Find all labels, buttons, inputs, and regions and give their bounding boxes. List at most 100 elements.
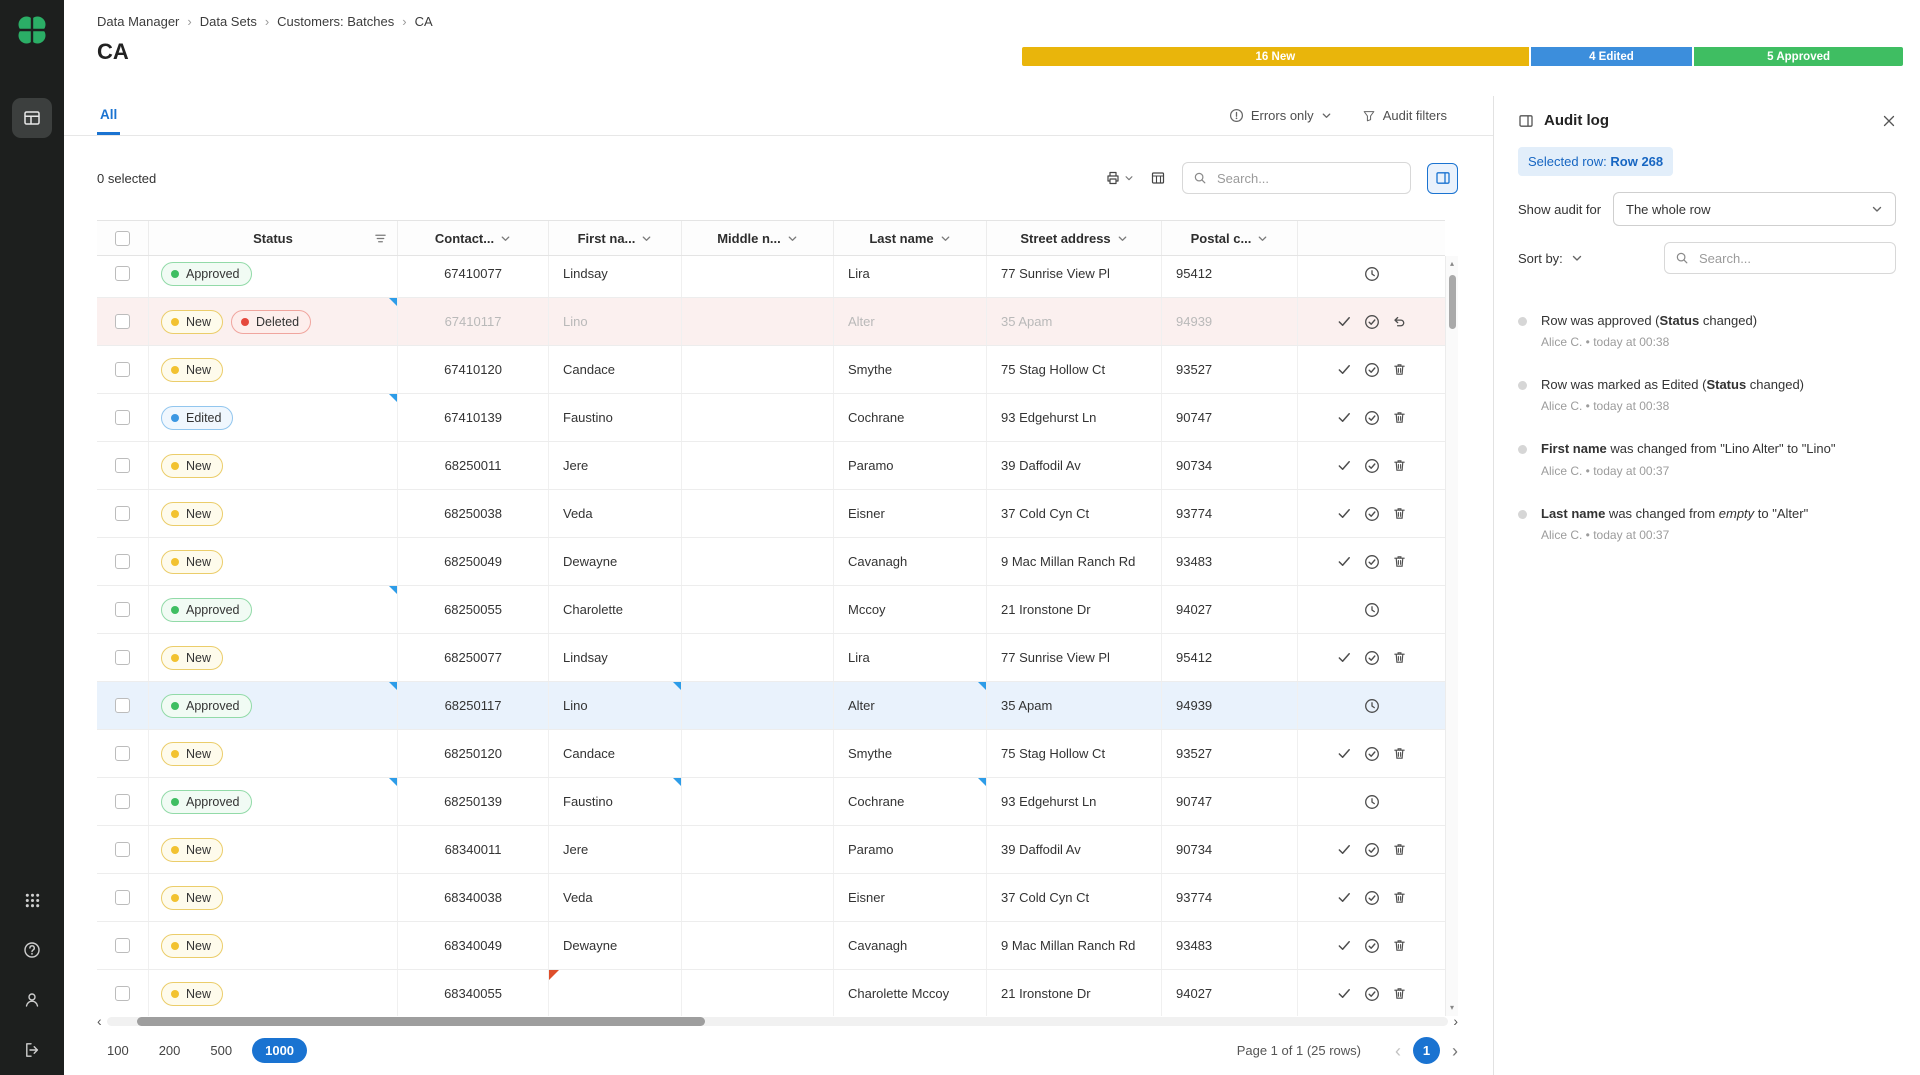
horizontal-scrollbar-track[interactable]	[107, 1017, 1449, 1026]
sidebar-item-data-sets[interactable]	[12, 98, 52, 138]
delete-row-icon[interactable]	[1392, 842, 1407, 857]
breadcrumb-item[interactable]: Data Sets	[200, 14, 257, 29]
delete-row-icon[interactable]	[1392, 458, 1407, 473]
delete-row-icon[interactable]	[1392, 938, 1407, 953]
column-header-first[interactable]: First na...	[549, 221, 682, 255]
row-checkbox[interactable]	[115, 890, 130, 905]
table-row[interactable]: New68250077LindsayLira77 Sunrise View Pl…	[97, 634, 1445, 682]
table-row[interactable]: Approved67410077LindsayLira77 Sunrise Vi…	[97, 256, 1445, 298]
table-row[interactable]: New68250120CandaceSmythe75 Stag Hollow C…	[97, 730, 1445, 778]
scroll-right-arrow[interactable]: ›	[1453, 1016, 1458, 1026]
verify-row-icon[interactable]	[1364, 410, 1380, 426]
delete-row-icon[interactable]	[1392, 986, 1407, 1001]
chevron-down-icon[interactable]	[1117, 233, 1128, 244]
delete-row-icon[interactable]	[1392, 506, 1407, 521]
page-size-200[interactable]: 200	[149, 1038, 191, 1063]
row-checkbox[interactable]	[115, 938, 130, 953]
audit-search[interactable]	[1664, 242, 1896, 274]
column-header-postal[interactable]: Postal c...	[1162, 221, 1298, 255]
delete-row-icon[interactable]	[1392, 746, 1407, 761]
delete-row-icon[interactable]	[1392, 650, 1407, 665]
chevron-down-icon[interactable]	[641, 233, 652, 244]
approve-row-icon[interactable]	[1337, 890, 1352, 905]
row-checkbox[interactable]	[115, 746, 130, 761]
approve-row-icon[interactable]	[1337, 986, 1352, 1001]
select-all-checkbox[interactable]	[115, 231, 130, 246]
tab-all[interactable]: All	[97, 96, 120, 135]
verify-row-icon[interactable]	[1364, 890, 1380, 906]
table-row[interactable]: New68340038VedaEisner37 Cold Cyn Ct93774	[97, 874, 1445, 922]
table-search[interactable]	[1182, 162, 1411, 194]
row-checkbox[interactable]	[115, 554, 130, 569]
row-checkbox[interactable]	[115, 986, 130, 1001]
page-size-500[interactable]: 500	[200, 1038, 242, 1063]
row-history-icon[interactable]	[1364, 794, 1380, 810]
table-row[interactable]: New68250038VedaEisner37 Cold Cyn Ct93774	[97, 490, 1445, 538]
audit-search-input[interactable]	[1697, 250, 1885, 267]
verify-row-icon[interactable]	[1364, 842, 1380, 858]
table-search-input[interactable]	[1215, 170, 1400, 187]
apps-grid-icon[interactable]	[24, 892, 41, 909]
verify-row-icon[interactable]	[1364, 986, 1380, 1002]
help-icon[interactable]	[23, 941, 41, 959]
approve-row-icon[interactable]	[1337, 506, 1352, 521]
delete-row-icon[interactable]	[1392, 554, 1407, 569]
column-header-contact[interactable]: Contact...	[398, 221, 549, 255]
audit-scope-select[interactable]: The whole row	[1613, 192, 1896, 226]
row-history-icon[interactable]	[1364, 698, 1380, 714]
verify-row-icon[interactable]	[1364, 506, 1380, 522]
approve-row-icon[interactable]	[1337, 458, 1352, 473]
verify-row-icon[interactable]	[1364, 458, 1380, 474]
chevron-down-icon[interactable]	[1257, 233, 1268, 244]
restore-row-icon[interactable]	[1392, 314, 1407, 329]
row-checkbox[interactable]	[115, 458, 130, 473]
table-row[interactable]: Edited67410139FaustinoCochrane93 Edgehur…	[97, 394, 1445, 442]
app-logo-icon[interactable]	[12, 10, 52, 50]
table-columns-button[interactable]	[1150, 170, 1166, 186]
column-header-street[interactable]: Street address	[987, 221, 1162, 255]
prev-page-button[interactable]: ‹	[1395, 1042, 1401, 1060]
row-checkbox[interactable]	[115, 266, 130, 281]
verify-row-icon[interactable]	[1364, 938, 1380, 954]
approve-row-icon[interactable]	[1337, 746, 1352, 761]
verify-row-icon[interactable]	[1364, 362, 1380, 378]
delete-row-icon[interactable]	[1392, 890, 1407, 905]
scroll-left-arrow[interactable]: ‹	[97, 1016, 102, 1026]
table-row[interactable]: New68250011JereParamo39 Daffodil Av90734	[97, 442, 1445, 490]
row-checkbox[interactable]	[115, 506, 130, 521]
row-checkbox[interactable]	[115, 602, 130, 617]
table-row[interactable]: NewDeleted67410117LinoAlter35 Apam94939	[97, 298, 1445, 346]
approve-row-icon[interactable]	[1337, 410, 1352, 425]
logout-icon[interactable]	[23, 1041, 41, 1059]
table-row[interactable]: New67410120CandaceSmythe75 Stag Hollow C…	[97, 346, 1445, 394]
column-header-status[interactable]: Status	[149, 221, 398, 255]
row-checkbox[interactable]	[115, 410, 130, 425]
verify-row-icon[interactable]	[1364, 746, 1380, 762]
scroll-up-arrow[interactable]: ▴	[1450, 256, 1454, 269]
errors-only-toggle[interactable]: Errors only	[1229, 108, 1332, 123]
vertical-scrollbar-thumb[interactable]	[1449, 275, 1456, 329]
column-header-middle[interactable]: Middle n...	[682, 221, 834, 255]
horizontal-scrollbar-thumb[interactable]	[137, 1017, 705, 1026]
table-row[interactable]: New68340049DewayneCavanagh9 Mac Millan R…	[97, 922, 1445, 970]
row-history-icon[interactable]	[1364, 602, 1380, 618]
chevron-down-icon[interactable]	[787, 233, 798, 244]
vertical-scrollbar[interactable]: ▴ ▾	[1445, 256, 1458, 1016]
page-size-100[interactable]: 100	[97, 1038, 139, 1063]
breadcrumb-item[interactable]: Customers: Batches	[277, 14, 394, 29]
horizontal-scrollbar[interactable]: ‹ ›	[97, 1016, 1458, 1026]
page-size-1000[interactable]: 1000	[252, 1038, 307, 1063]
approve-row-icon[interactable]	[1337, 650, 1352, 665]
table-row[interactable]: Approved68250117LinoAlter35 Apam94939	[97, 682, 1445, 730]
approve-row-icon[interactable]	[1337, 554, 1352, 569]
user-icon[interactable]	[23, 991, 41, 1009]
current-page-button[interactable]: 1	[1413, 1037, 1440, 1064]
export-button[interactable]	[1105, 170, 1134, 186]
audit-filters-button[interactable]: Audit filters	[1362, 108, 1447, 123]
verify-row-icon[interactable]	[1364, 650, 1380, 666]
column-header-last[interactable]: Last name	[834, 221, 987, 255]
row-checkbox[interactable]	[115, 314, 130, 329]
chevron-down-icon[interactable]	[940, 233, 951, 244]
delete-row-icon[interactable]	[1392, 410, 1407, 425]
approve-row-icon[interactable]	[1337, 842, 1352, 857]
